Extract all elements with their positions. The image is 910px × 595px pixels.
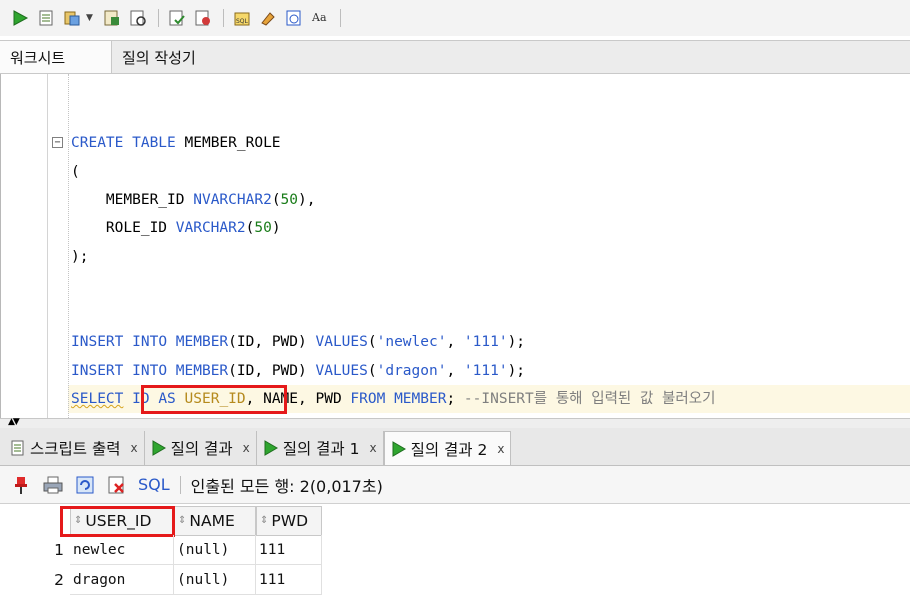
alias-highlight-box (141, 385, 287, 414)
run-statement-icon[interactable] (8, 6, 32, 30)
table-cell[interactable]: newlec (70, 535, 174, 565)
tab-label: 스크립트 출력 (30, 440, 121, 458)
close-icon[interactable]: x (497, 442, 504, 456)
column-header-label: NAME (189, 512, 235, 530)
tab-query-result-1[interactable]: 질의 결과 1 x (257, 431, 384, 465)
code-line: ( (71, 164, 80, 180)
toolbar-separator (158, 9, 159, 27)
code-line: ); (71, 249, 89, 265)
format-case-icon[interactable]: Aa (308, 6, 332, 30)
tab-query-builder[interactable]: 질의 작성기 (112, 41, 206, 73)
gutter-divider (47, 74, 48, 418)
sort-icon[interactable]: ⇕ (260, 516, 268, 526)
close-icon[interactable]: x (131, 441, 138, 455)
pin-icon[interactable] (10, 474, 32, 496)
delete-icon[interactable] (106, 474, 128, 496)
table-cell[interactable]: (null) (174, 535, 256, 565)
sql-editor[interactable]: − CREATE TABLE MEMBER_ROLE ( MEMBER_ID N… (0, 74, 910, 418)
sql-tuning-icon[interactable]: SQL (230, 6, 254, 30)
tab-label: 워크시트 (10, 48, 66, 67)
code-line: INSERT INTO MEMBER(ID, PWD) VALUES('drag… (71, 363, 526, 379)
row-number: 2 (54, 571, 64, 589)
explain-plan-icon[interactable] (100, 6, 124, 30)
indent-guide (68, 74, 69, 418)
output-tab-bar: 스크립트 출력 x 질의 결과 x 질의 결과 1 x 질의 결과 2 x (0, 428, 910, 466)
dropdown-arrow-icon[interactable]: ▼ (86, 13, 96, 23)
query-result-icon (151, 440, 167, 456)
table-cell[interactable]: 111 (256, 565, 322, 595)
rollback-icon[interactable] (191, 6, 215, 30)
close-icon[interactable]: x (243, 441, 250, 455)
code-line: INSERT INTO MEMBER(ID, PWD) VALUES('newl… (71, 334, 526, 350)
tab-label: 질의 작성기 (122, 48, 196, 67)
svg-text:Aa: Aa (311, 11, 327, 24)
code-line: CREATE TABLE MEMBER_ROLE (71, 135, 281, 151)
autotrace-icon[interactable] (126, 6, 150, 30)
tab-label: 질의 결과 1 (282, 440, 360, 458)
script-output-icon (10, 440, 26, 456)
table-cell[interactable]: dragon (70, 565, 174, 595)
query-result-icon (391, 440, 407, 457)
query-result-icon (263, 440, 279, 456)
result-grid[interactable]: ⇕ USER_ID ⇕ NAME ⇕ PWD 1 newlec (null) 111 … (0, 504, 910, 595)
tab-label: 질의 결과 (170, 440, 233, 458)
column-header-name[interactable]: ⇕ NAME (174, 506, 256, 536)
pane-splitter[interactable]: ▲▼ (0, 417, 910, 428)
sort-icon[interactable]: ⇕ (178, 516, 186, 526)
toolbar-separator (179, 475, 181, 494)
editor-tab-bar: 워크시트 질의 작성기 (0, 40, 910, 74)
clear-icon[interactable] (256, 6, 280, 30)
run-script-icon[interactable] (34, 6, 58, 30)
toolbar-separator (340, 9, 341, 27)
splitter-arrows-icon[interactable]: ▲▼ (8, 417, 20, 427)
result-toolbar: SQL 인출된 모든 행: 2(0,017초) (0, 466, 910, 504)
table-cell[interactable]: (null) (174, 565, 256, 595)
column-highlight-box (60, 506, 175, 537)
tab-label: 질의 결과 2 (410, 440, 488, 459)
refresh-icon[interactable] (74, 474, 96, 496)
code-line: ROLE_ID VARCHAR2(50) (105, 220, 281, 236)
tab-worksheet[interactable]: 워크시트 (0, 41, 112, 73)
sql-link[interactable]: SQL (138, 475, 170, 494)
print-icon[interactable] (42, 474, 64, 496)
tab-query-result[interactable]: 질의 결과 x (145, 431, 257, 465)
toolbar-separator (223, 9, 224, 27)
history-icon[interactable] (282, 6, 306, 30)
fetch-status-text: 인출된 모든 행: 2(0,017초) (190, 476, 383, 496)
close-icon[interactable]: x (369, 441, 376, 455)
table-cell[interactable]: 111 (256, 535, 322, 565)
column-header-pwd[interactable]: ⇕ PWD (256, 506, 322, 536)
svg-text:SQL: SQL (236, 18, 249, 25)
code-line: MEMBER_ID NVARCHAR2(50), (105, 192, 316, 208)
commit-transaction-icon[interactable] (165, 6, 189, 30)
row-number: 1 (54, 541, 64, 559)
tab-script-output[interactable]: 스크립트 출력 x (4, 431, 145, 465)
tab-query-result-2[interactable]: 질의 결과 2 x (383, 431, 512, 465)
column-header-label: PWD (271, 512, 308, 530)
commit-icon[interactable] (60, 6, 84, 30)
fold-toggle-icon[interactable]: − (52, 137, 63, 148)
main-toolbar: ▼ SQL Aa (0, 0, 910, 36)
